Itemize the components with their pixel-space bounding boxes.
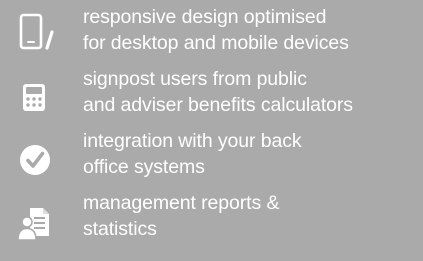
feature-line: for desktop and mobile devices (83, 32, 349, 54)
feature-text-integration: integration with your back office system… (83, 128, 419, 180)
report-user-icon (16, 204, 56, 244)
feature-line: responsive design optimised (83, 6, 327, 28)
check-circle-icon-graphic (20, 145, 50, 175)
feature-list: responsive design optimised for desktop … (0, 0, 423, 261)
feature-line: management reports & (83, 192, 280, 214)
feature-line: office systems (83, 156, 205, 178)
feature-line: and adviser benefits calculators (83, 94, 353, 116)
calculator-icon-graphic (23, 84, 45, 111)
feature-line: signpost users from public (83, 68, 307, 90)
feature-item-signpost: signpost users from public and adviser b… (0, 66, 423, 122)
feature-item-integration: integration with your back office system… (0, 128, 423, 184)
feature-text-signpost: signpost users from public and adviser b… (83, 66, 419, 118)
feature-line: integration with your back (83, 130, 302, 152)
calculator-icon (16, 79, 56, 119)
mobile-tablet-icon-graphic (19, 13, 54, 50)
feature-line: statistics (83, 218, 157, 240)
report-user-icon-graphic (17, 208, 49, 241)
feature-text-responsive: responsive design optimised for desktop … (83, 4, 419, 56)
mobile-tablet-icon (16, 12, 56, 52)
check-circle-icon (16, 140, 56, 180)
feature-item-responsive: responsive design optimised for desktop … (0, 4, 423, 60)
feature-item-reports: management reports & statistics (0, 190, 423, 252)
feature-text-reports: management reports & statistics (83, 190, 419, 242)
